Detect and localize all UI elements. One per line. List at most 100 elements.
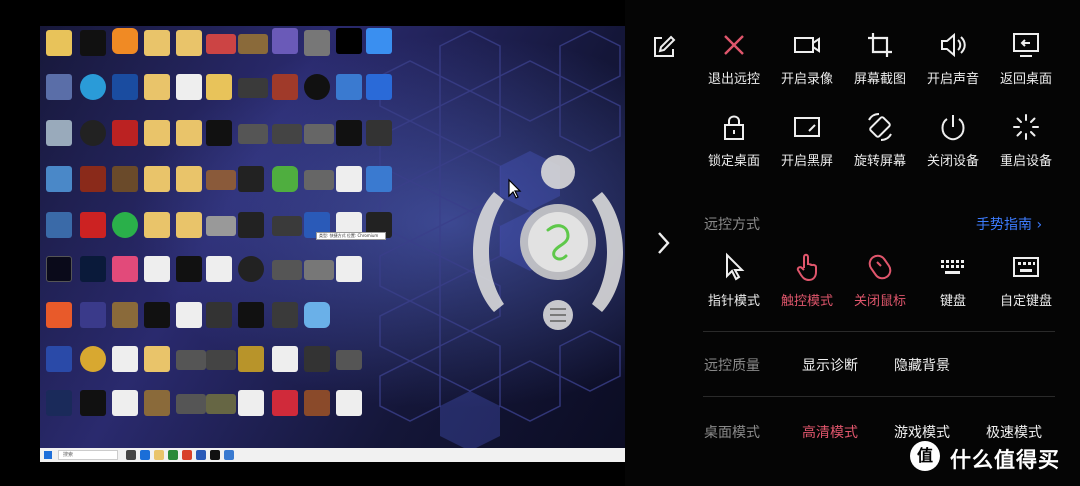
desktop-shortcut-icon[interactable] <box>272 74 298 100</box>
desktop-shortcut-icon[interactable] <box>80 212 106 238</box>
desktop-shortcut-icon[interactable] <box>272 302 298 328</box>
shutdown-button[interactable]: 关闭设备 <box>913 112 993 176</box>
desktop-shortcut-icon[interactable] <box>336 350 362 370</box>
desktop-shortcut-icon[interactable] <box>272 166 298 192</box>
desktop-shortcut-icon[interactable] <box>176 74 202 100</box>
gesture-guide-link[interactable]: 手势指南 › <box>976 214 1042 234</box>
desktop-shortcut-icon[interactable] <box>206 216 236 236</box>
start-recording-button[interactable]: 开启录像 <box>767 30 847 94</box>
desktop-shortcut-icon[interactable] <box>46 302 72 328</box>
desktop-shortcut-icon[interactable] <box>46 212 72 238</box>
custom-keyboard-button[interactable]: 自定键盘 <box>986 252 1066 316</box>
desktop-shortcut-icon[interactable] <box>304 30 330 56</box>
desktop-shortcut-icon[interactable] <box>272 390 298 416</box>
desktop-shortcut-icon[interactable] <box>80 74 106 100</box>
desktop-shortcut-icon[interactable] <box>336 120 362 146</box>
desktop-shortcut-icon[interactable] <box>238 166 264 192</box>
desktop-shortcut-icon[interactable] <box>238 390 264 416</box>
desktop-shortcut-icon[interactable] <box>80 302 106 328</box>
desktop-shortcut-icon[interactable] <box>176 256 202 282</box>
lock-desktop-button[interactable]: 锁定桌面 <box>694 112 774 176</box>
desktop-shortcut-icon[interactable] <box>304 170 334 190</box>
taskbar-app-icon[interactable] <box>168 450 178 460</box>
folder-icon[interactable] <box>176 212 202 238</box>
desktop-shortcut-icon[interactable] <box>272 260 302 280</box>
hd-mode-button[interactable]: 高清模式 <box>802 422 858 442</box>
desktop-shortcut-icon[interactable] <box>206 394 236 414</box>
desktop-shortcut-icon[interactable] <box>144 390 170 416</box>
desktop-shortcut-icon[interactable] <box>366 74 392 100</box>
desktop-shortcut-icon[interactable] <box>46 74 72 100</box>
taskbar-app-icon[interactable] <box>210 450 220 460</box>
taskbar-app-icon[interactable] <box>154 450 164 460</box>
taskbar-app-icon[interactable] <box>140 450 150 460</box>
folder-icon[interactable] <box>144 120 170 146</box>
desktop-shortcut-icon[interactable] <box>206 302 232 328</box>
windows-start-icon[interactable] <box>44 451 52 459</box>
desktop-shortcut-icon[interactable] <box>112 212 138 238</box>
desktop-shortcut-icon[interactable] <box>112 166 138 192</box>
folder-icon[interactable] <box>176 166 202 192</box>
desktop-shortcut-icon[interactable] <box>272 216 302 236</box>
restart-button[interactable]: 重启设备 <box>986 112 1066 176</box>
desktop-shortcut-icon[interactable] <box>238 124 268 144</box>
return-desktop-button[interactable]: 返回桌面 <box>986 30 1066 94</box>
recycle-bin-icon[interactable] <box>46 120 72 146</box>
desktop-shortcut-icon[interactable] <box>366 166 392 192</box>
desktop-shortcut-icon[interactable] <box>144 302 170 328</box>
desktop-shortcut-icon[interactable] <box>206 170 236 190</box>
desktop-shortcut-icon[interactable] <box>206 120 232 146</box>
desktop-shortcut-icon[interactable] <box>80 256 106 282</box>
game-mode-button[interactable]: 游戏模式 <box>894 422 950 442</box>
desktop-shortcut-icon[interactable] <box>304 124 334 144</box>
desktop-shortcut-icon[interactable] <box>80 390 106 416</box>
desktop-shortcut-icon[interactable] <box>112 346 138 372</box>
desktop-shortcut-icon[interactable] <box>304 346 330 372</box>
desktop-shortcut-icon[interactable] <box>112 390 138 416</box>
show-diagnostics-button[interactable]: 显示诊断 <box>802 355 858 375</box>
desktop-shortcut-icon[interactable] <box>112 74 138 100</box>
desktop-shortcut-icon[interactable] <box>80 120 106 146</box>
desktop-shortcut-icon[interactable] <box>46 166 72 192</box>
speed-mode-button[interactable]: 极速模式 <box>986 422 1042 442</box>
hide-background-button[interactable]: 隐藏背景 <box>894 355 950 375</box>
desktop-shortcut-icon[interactable] <box>80 166 106 192</box>
desktop-shortcut-icon[interactable] <box>238 34 268 54</box>
desktop-shortcut-icon[interactable] <box>80 346 106 372</box>
desktop-shortcut-icon[interactable] <box>336 28 362 54</box>
desktop-shortcut-icon[interactable] <box>272 28 298 54</box>
desktop-shortcut-icon[interactable] <box>206 74 232 100</box>
pointer-mode-button[interactable]: 指针模式 <box>694 252 774 316</box>
desktop-shortcut-icon[interactable] <box>112 302 138 328</box>
folder-icon[interactable] <box>144 212 170 238</box>
folder-icon[interactable] <box>144 74 170 100</box>
folder-icon[interactable] <box>176 120 202 146</box>
desktop-shortcut-icon[interactable] <box>46 30 72 56</box>
desktop-shortcut-icon[interactable] <box>46 346 72 372</box>
desktop-shortcut-icon[interactable] <box>304 74 330 100</box>
desktop-shortcut-icon[interactable] <box>112 28 138 54</box>
black-screen-button[interactable]: 开启黑屏 <box>767 112 847 176</box>
desktop-shortcut-icon[interactable] <box>304 302 330 328</box>
rotate-screen-button[interactable]: 旋转屏幕 <box>840 112 920 176</box>
desktop-shortcut-icon[interactable] <box>272 346 298 372</box>
enable-sound-button[interactable]: 开启声音 <box>913 30 993 94</box>
desktop-shortcut-icon[interactable] <box>112 256 138 282</box>
taskbar-app-icon[interactable] <box>224 450 234 460</box>
desktop-shortcut-icon[interactable] <box>272 124 302 144</box>
floating-gamepad-overlay[interactable] <box>472 152 632 342</box>
desktop-shortcut-icon[interactable] <box>304 260 334 280</box>
desktop-shortcut-icon[interactable] <box>238 346 264 372</box>
mouse-off-button[interactable]: 关闭鼠标 <box>840 252 920 316</box>
desktop-shortcut-icon[interactable] <box>176 350 206 370</box>
desktop-shortcut-icon[interactable] <box>238 256 264 282</box>
desktop-shortcut-icon[interactable] <box>80 30 106 56</box>
desktop-shortcut-icon[interactable] <box>176 302 202 328</box>
desktop-shortcut-icon[interactable] <box>336 166 362 192</box>
taskbar-search-input[interactable]: 搜索 <box>58 450 118 460</box>
desktop-shortcut-icon[interactable] <box>46 390 72 416</box>
desktop-shortcut-icon[interactable] <box>144 256 170 282</box>
desktop-shortcut-icon[interactable] <box>336 74 362 100</box>
desktop-shortcut-icon[interactable] <box>238 212 264 238</box>
desktop-shortcut-icon[interactable] <box>336 390 362 416</box>
